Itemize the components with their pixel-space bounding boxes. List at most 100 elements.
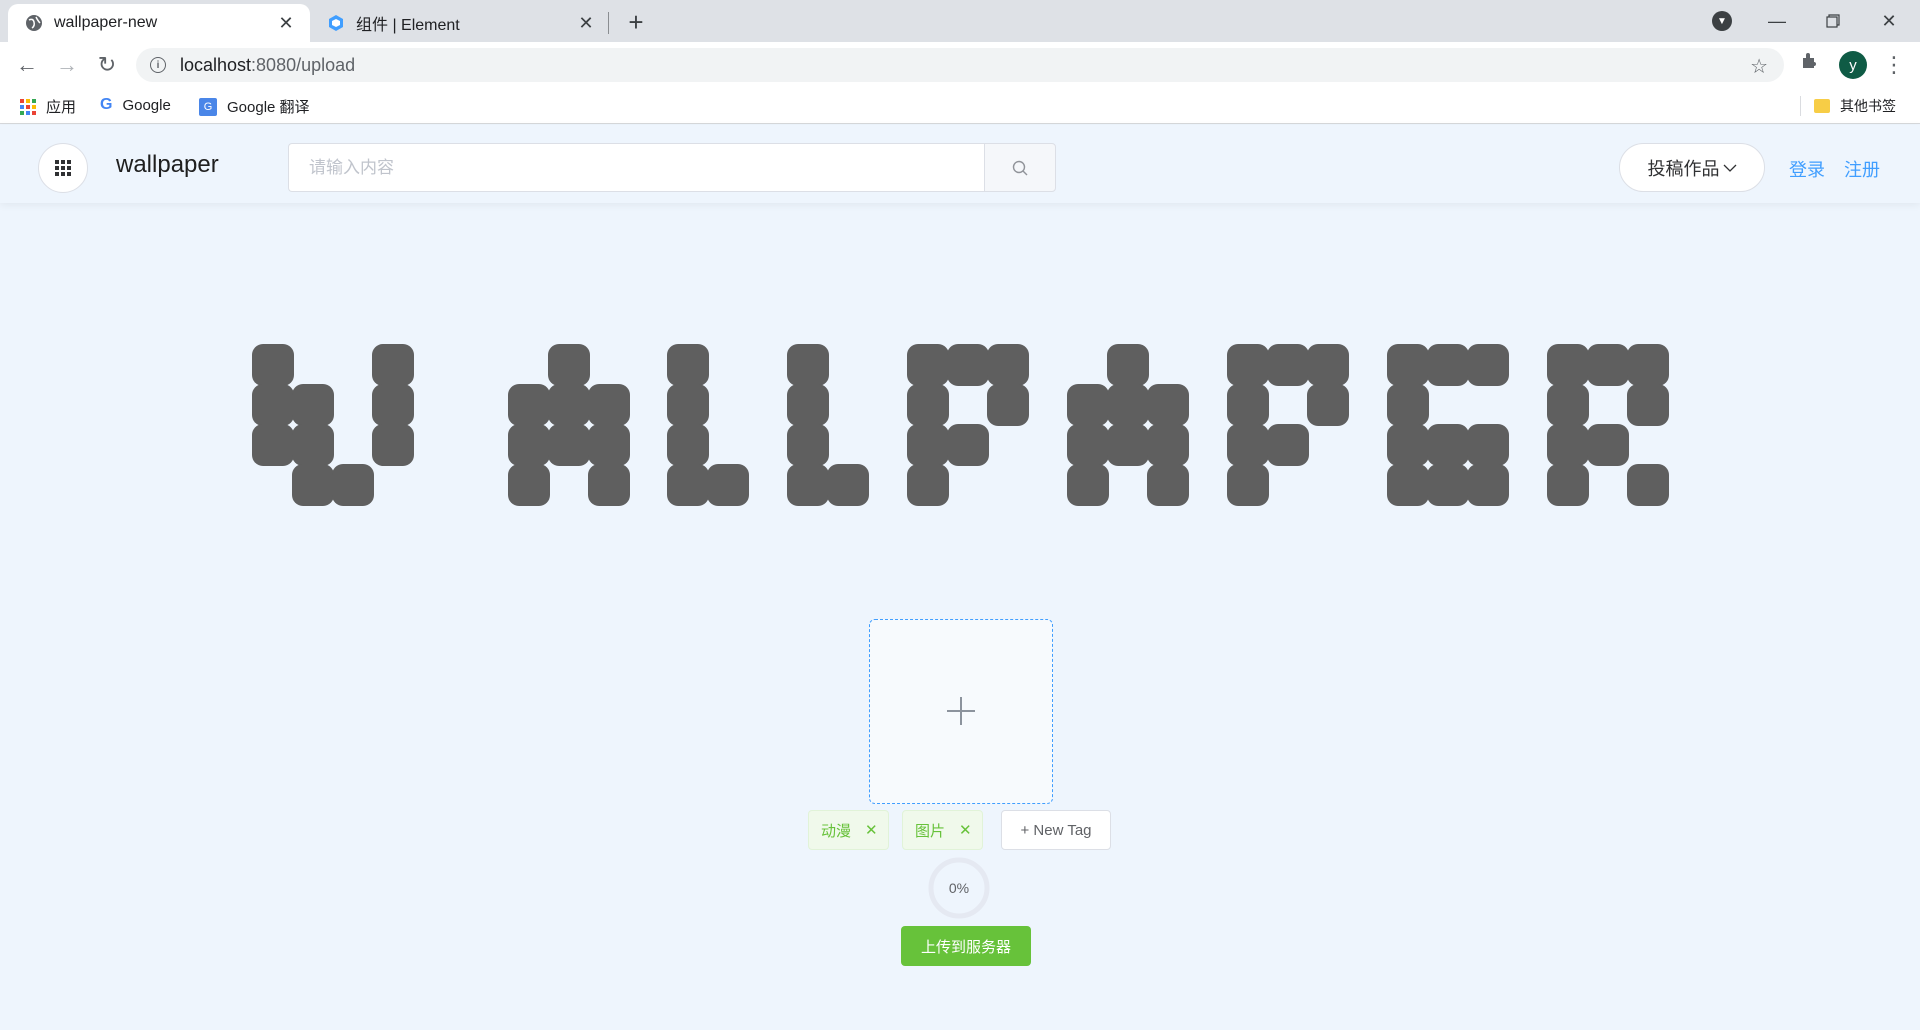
element-logo-icon [326,13,346,33]
logo-dot [1067,424,1109,466]
search-icon [1012,160,1028,175]
logo-dot [1427,424,1469,466]
logo-dot [1267,344,1309,386]
menu-button[interactable] [38,143,88,193]
logo-dot [252,424,294,466]
new-tag-button[interactable]: + New Tag [1001,810,1111,850]
logo-dot [372,344,414,386]
logo-dot [1387,464,1429,506]
logo-dot [787,384,829,426]
chrome-menu-icon[interactable]: ⋮ [1883,50,1905,80]
restore-icon[interactable] [1805,0,1861,42]
tag-item: 动漫 ✕ [808,810,889,850]
brand-title[interactable]: wallpaper [116,151,219,179]
register-link[interactable]: 注册 [1844,156,1880,182]
logo-dot [1547,464,1589,506]
logo-dot [508,384,550,426]
extensions-icon[interactable] [1800,50,1820,76]
browser-tab-element[interactable]: 组件 | Element ✕ [318,4,608,42]
logo-dot [947,344,989,386]
logo-dot [1387,384,1429,426]
apps-grid-icon [20,98,36,115]
search-input[interactable] [288,143,984,192]
logo-dot [1427,344,1469,386]
logo-dot [332,464,374,506]
forward-icon[interactable]: → [52,50,82,80]
url-text: localhost:8080/upload [180,54,356,75]
logo-dot [548,384,590,426]
logo-dot [667,384,709,426]
bookmark-google[interactable]: G Google [100,96,171,114]
bookmark-star-icon[interactable]: ☆ [1750,54,1768,79]
logo-dot [827,464,869,506]
bookmark-other[interactable]: 其他书签 [1814,96,1896,116]
upload-progress: 0% [928,857,990,919]
logo-dot [292,464,334,506]
reload-icon[interactable]: ↻ [92,50,122,80]
back-icon[interactable]: ← [12,50,42,80]
logo-dot [907,464,949,506]
image-uploader[interactable] [869,619,1053,804]
logo-dot [508,464,550,506]
logo-dot [1387,344,1429,386]
close-icon[interactable]: ✕ [276,13,296,33]
tab-title: wallpaper-new [54,14,158,31]
address-bar[interactable]: i localhost:8080/upload ☆ [136,48,1784,82]
close-icon[interactable]: ✕ [865,821,878,839]
logo-dot [667,344,709,386]
logo-dot [1467,464,1509,506]
logo-dot [907,344,949,386]
chevron-down-icon [1723,160,1737,176]
logo-dot [787,424,829,466]
logo-dot [947,424,989,466]
logo-dot [252,384,294,426]
logo-dot [1547,424,1589,466]
tag-item: 图片 ✕ [902,810,983,850]
logo-dot [1427,464,1469,506]
bookmarks-bar: 应用 G Google G Google 翻译 其他书签 [0,88,1920,124]
folder-icon [1814,99,1830,113]
globe-icon [24,13,44,33]
tab-separator [608,12,609,34]
logo-dot [1267,424,1309,466]
search-button[interactable] [984,143,1056,192]
close-icon[interactable]: ✕ [959,821,972,839]
logo-dot [548,424,590,466]
login-link[interactable]: 登录 [1789,156,1825,182]
minimize-icon[interactable]: — [1749,0,1805,42]
browser-tabstrip: wallpaper-new ✕ 组件 | Element ✕ + ▼ — ✕ [0,0,1920,42]
tab-title: 组件 | Element [356,17,460,34]
profile-avatar[interactable]: y [1839,51,1867,79]
info-icon[interactable]: i [150,57,166,73]
google-translate-icon: G [199,97,217,116]
window-close-icon[interactable]: ✕ [1861,0,1917,42]
logo-dot [588,384,630,426]
browser-tab-wallpaper[interactable]: wallpaper-new ✕ [8,4,310,42]
logo-dot [1227,424,1269,466]
submit-work-dropdown[interactable]: 投稿作品 [1619,143,1765,192]
search-group [288,143,1056,192]
logo-dot [1147,464,1189,506]
bookmark-google-translate[interactable]: G Google 翻译 [199,96,310,117]
logo-dot [1227,464,1269,506]
logo-dot [1587,424,1629,466]
grid-menu-icon [55,160,71,176]
logo-dot [907,384,949,426]
app-header: wallpaper 投稿作品 登录 注册 [0,125,1920,203]
logo-dot [1627,344,1669,386]
google-icon: G [100,96,113,113]
bookmark-apps[interactable]: 应用 [20,96,76,117]
new-tab-icon[interactable]: + [622,7,650,37]
logo-dot [292,384,334,426]
tab-search-icon[interactable]: ▼ [1712,11,1732,31]
logo-dot [1467,424,1509,466]
logo-dot [1067,464,1109,506]
logo-dot [292,424,334,466]
upload-to-server-button[interactable]: 上传到服务器 [901,926,1031,966]
logo-dot [1227,384,1269,426]
logo-dot [548,344,590,386]
logo-dot [987,384,1029,426]
close-icon[interactable]: ✕ [576,13,596,33]
logo-dot [1547,384,1589,426]
logo-dot [1107,384,1149,426]
